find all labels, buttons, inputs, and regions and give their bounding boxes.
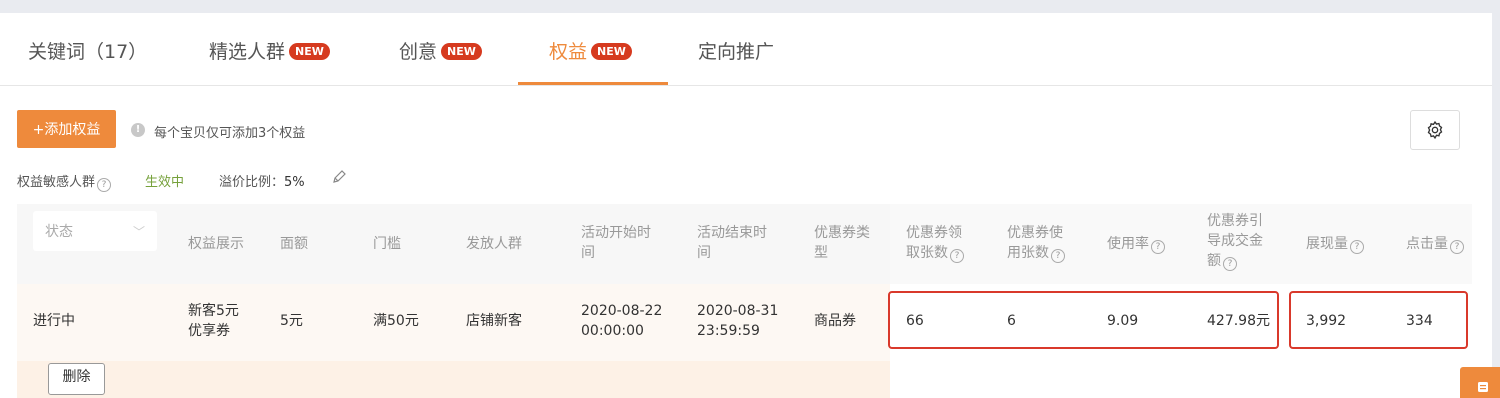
cell-end-clock: 23:59:59 [697, 323, 760, 339]
chevron-down-icon: ﹀ [132, 225, 145, 239]
tab-targeted-promotion-label: 定向推广 [698, 41, 775, 63]
header-claimed-line1: 优惠券领 [906, 225, 962, 241]
main-card: 关键词（17） 精选人群 NEW 创意 NEW 权益 NEW 定向推广 +添加权益 !… [0, 13, 1492, 398]
tab-creative[interactable]: 创意 NEW [399, 37, 482, 64]
header-amount: 面额 [280, 236, 308, 252]
cell-display: 新客5元 优享券 [188, 301, 239, 341]
settings-button[interactable] [1410, 110, 1460, 150]
delete-button[interactable]: 删除 [48, 363, 105, 395]
new-badge: NEW [591, 43, 632, 60]
header-start-line1: 活动开始时 [581, 225, 651, 241]
exclamation-icon: ! [131, 123, 145, 137]
cell-start-time: 2020-08-22 00:00:00 [581, 301, 662, 341]
tab-keywords[interactable]: 关键词（17） [28, 37, 147, 64]
benefit-limit-hint: 每个宝贝仅可添加3个权益 [154, 126, 306, 141]
table-row-actions [17, 361, 890, 398]
header-start-time: 活动开始时 间 [581, 223, 651, 263]
header-end-time: 活动结束时 间 [697, 223, 767, 263]
active-tab-underline [518, 82, 668, 85]
cell-end-time: 2020-08-31 23:59:59 [697, 301, 778, 341]
sensitive-audience-label: 权益敏感人群 [17, 175, 96, 190]
header-audience: 发放人群 [466, 236, 522, 252]
side-feedback-widget[interactable] [1460, 367, 1500, 398]
header-start-line2: 间 [581, 245, 595, 261]
premium-ratio-value: 5% [284, 175, 305, 190]
header-clicks: 点击量? [1406, 234, 1464, 254]
status-filter-select[interactable]: 状态 ﹀ [33, 211, 157, 251]
header-used-line2: 用张数 [1007, 245, 1049, 261]
help-icon[interactable]: ? [1151, 240, 1165, 254]
effective-status: 生效中 [145, 175, 185, 190]
help-icon[interactable]: ? [1051, 249, 1065, 263]
table-header-metrics [890, 204, 1472, 284]
header-coupon-type: 优惠券类 型 [814, 223, 870, 263]
header-clicks-label: 点击量 [1406, 236, 1448, 252]
new-badge: NEW [289, 43, 330, 60]
header-gmv-line3: 额 [1207, 253, 1221, 269]
tab-bar: 关键词（17） 精选人群 NEW 创意 NEW 权益 NEW 定向推广 [0, 13, 1492, 86]
cell-coupon-type: 商品券 [814, 313, 856, 329]
header-display: 权益展示 [188, 236, 244, 252]
cell-display-line1: 新客5元 [188, 303, 239, 319]
help-icon[interactable]: ? [1223, 257, 1237, 271]
header-claimed-line2: 取张数 [906, 245, 948, 261]
new-badge: NEW [441, 43, 482, 60]
cell-threshold: 满50元 [373, 313, 419, 329]
add-benefit-button[interactable]: +添加权益 [17, 110, 116, 148]
header-impressions-label: 展现量 [1306, 236, 1348, 252]
premium-ratio-label: 溢价比例： [219, 175, 285, 190]
highlight-box-coupon-metrics [888, 291, 1279, 349]
header-threshold: 门槛 [373, 236, 401, 252]
header-gmv: 优惠券引 导成交金 额? [1207, 211, 1263, 271]
tab-creative-label: 创意 [399, 41, 438, 63]
help-icon[interactable]: ? [1350, 240, 1364, 254]
tab-keywords-label: 关键词（17） [28, 41, 148, 63]
cell-start-clock: 00:00:00 [581, 323, 644, 339]
highlight-box-traffic-metrics [1289, 291, 1468, 349]
header-usage-rate: 使用率? [1107, 234, 1165, 254]
header-type-line2: 型 [814, 245, 828, 261]
tab-benefits-label: 权益 [549, 41, 588, 63]
header-end-line1: 活动结束时 [697, 225, 767, 241]
gear-icon [1427, 120, 1443, 140]
cell-start-date: 2020-08-22 [581, 303, 663, 319]
header-claimed: 优惠券领 取张数? [906, 223, 964, 263]
sensitive-audience-row: 权益敏感人群? [17, 171, 112, 192]
cell-audience: 店铺新客 [466, 313, 522, 329]
tab-selected-audience-label: 精选人群 [209, 41, 286, 63]
header-gmv-line1: 优惠券引 [1207, 213, 1263, 229]
header-used-line1: 优惠券使 [1007, 225, 1063, 241]
help-icon[interactable]: ? [97, 178, 112, 192]
header-type-line1: 优惠券类 [814, 225, 870, 241]
cell-display-line2: 优享券 [188, 323, 230, 339]
help-icon[interactable]: ? [1450, 240, 1464, 254]
document-icon [1478, 382, 1488, 392]
header-impressions: 展现量? [1306, 234, 1364, 254]
header-gmv-line2: 导成交金 [1207, 233, 1263, 249]
header-used: 优惠券使 用张数? [1007, 223, 1065, 263]
header-usage-rate-label: 使用率 [1107, 236, 1149, 252]
status-filter-placeholder: 状态 [45, 224, 73, 240]
cell-end-date: 2020-08-31 [697, 303, 779, 319]
cell-status: 进行中 [33, 313, 75, 329]
tab-targeted-promotion[interactable]: 定向推广 [698, 37, 774, 64]
premium-ratio: 溢价比例：5% [219, 171, 305, 190]
pencil-icon[interactable] [331, 169, 347, 185]
help-icon[interactable]: ? [950, 249, 964, 263]
cell-amount: 5元 [280, 313, 303, 329]
tab-benefits[interactable]: 权益 NEW [549, 37, 632, 64]
tab-selected-audience[interactable]: 精选人群 NEW [209, 37, 330, 64]
header-end-line2: 间 [697, 245, 711, 261]
